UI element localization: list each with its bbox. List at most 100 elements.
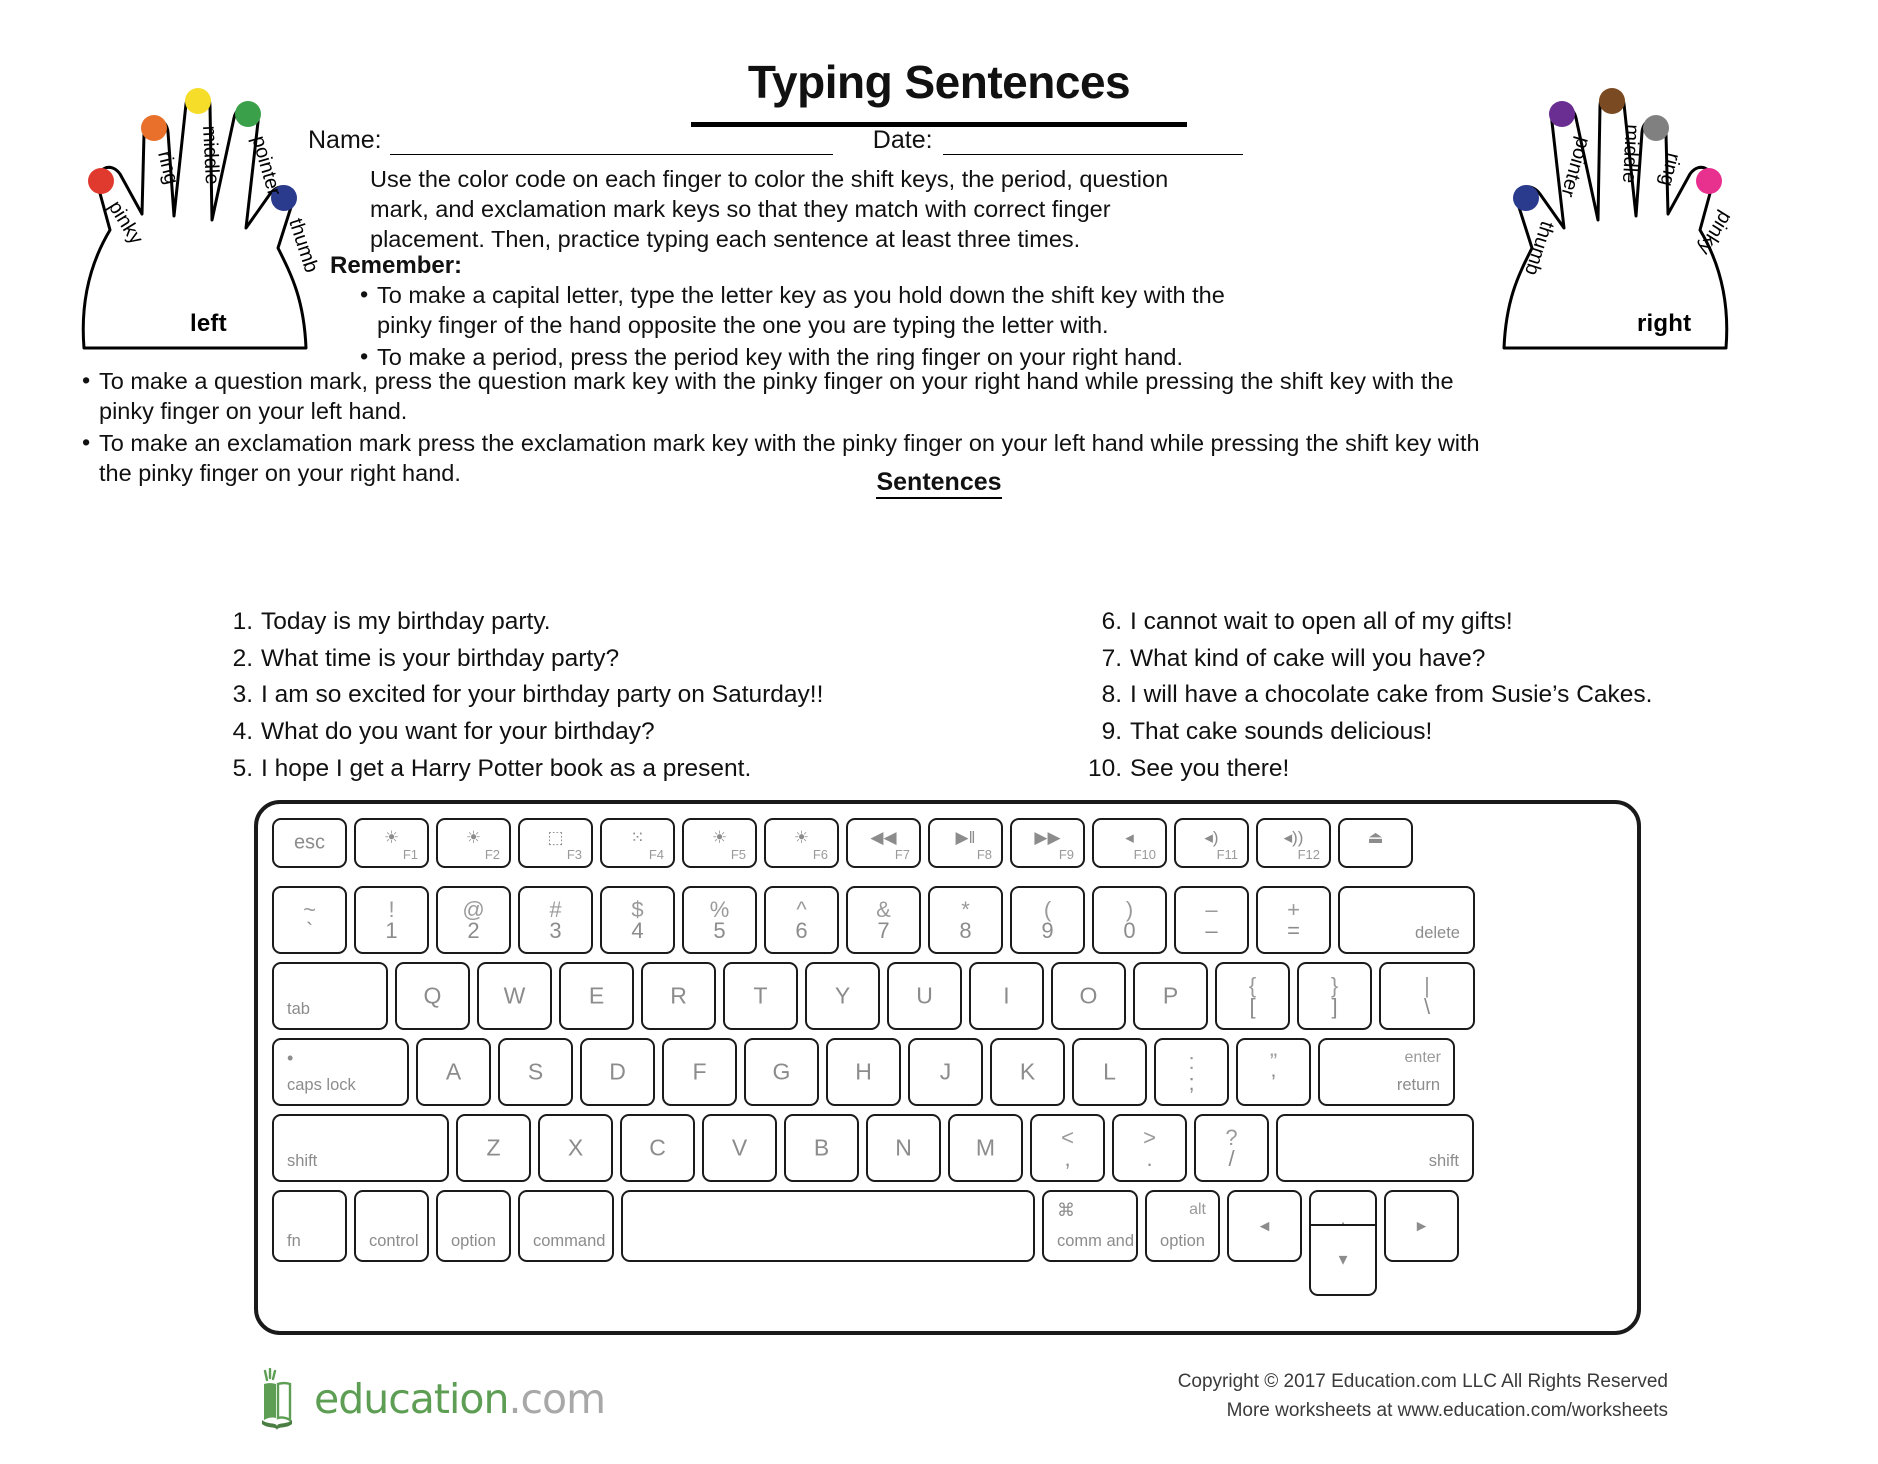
key-[interactable]: >. bbox=[1112, 1114, 1187, 1182]
key-1[interactable]: ! 1 bbox=[354, 886, 429, 954]
key-rewind-icon[interactable]: ◀◀ F7 bbox=[846, 818, 921, 868]
key-t[interactable]: T bbox=[723, 962, 798, 1030]
key-n[interactable]: N bbox=[866, 1114, 941, 1182]
key-i[interactable]: I bbox=[969, 962, 1044, 1030]
key-label: ▸ bbox=[1416, 1215, 1427, 1237]
key-base-label: ; bbox=[1188, 1070, 1195, 1095]
key-r[interactable]: R bbox=[641, 962, 716, 1030]
key-s[interactable]: S bbox=[498, 1038, 573, 1106]
key-e[interactable]: E bbox=[559, 962, 634, 1030]
keyboard-diagram: esc ☀ F1 ☀ F2 ⬚ F3 ⁙ F4 ☀ F5 ☀ F6 ◀◀ F7 ▶‖ F8 ▶▶ F9 ◂ F10 ◂) F… bbox=[254, 800, 1641, 1335]
key-j[interactable]: J bbox=[908, 1038, 983, 1106]
key-brightness-up-icon[interactable]: ☀ F2 bbox=[436, 818, 511, 868]
key-u[interactable]: U bbox=[887, 962, 962, 1030]
key-shift[interactable]: shift bbox=[1276, 1114, 1474, 1182]
key-4[interactable]: $4 bbox=[600, 886, 675, 954]
key-[interactable]: – – bbox=[1174, 886, 1249, 954]
key-delete[interactable]: delete bbox=[1338, 886, 1475, 954]
sentence-number: 7. bbox=[1101, 644, 1122, 672]
key-fast-forward-icon[interactable]: ▶▶ F9 bbox=[1010, 818, 1085, 868]
key-label: K bbox=[1019, 1058, 1036, 1085]
key-8[interactable]: * 8 bbox=[928, 886, 1003, 954]
left-pinky-dot bbox=[88, 168, 114, 194]
key-6[interactable]: ^ 6 bbox=[764, 886, 839, 954]
key-h[interactable]: H bbox=[826, 1038, 901, 1106]
key-[interactable]: ? / bbox=[1194, 1114, 1269, 1182]
key-space[interactable] bbox=[621, 1190, 1035, 1262]
key-volume-down-icon[interactable]: ◂) F11 bbox=[1174, 818, 1249, 868]
key-play-pause-icon[interactable]: ▶‖ F8 bbox=[928, 818, 1003, 868]
key-0[interactable]: ) 0 bbox=[1092, 886, 1167, 954]
key-option[interactable]: option bbox=[436, 1190, 511, 1262]
key-[interactable]: | \ bbox=[1379, 962, 1475, 1030]
key-c[interactable]: C bbox=[620, 1114, 695, 1182]
key-fn[interactable]: fn bbox=[272, 1190, 347, 1262]
key-f[interactable]: F bbox=[662, 1038, 737, 1106]
sentence-row: 2. What time is your birthday party? bbox=[213, 645, 873, 674]
key-label: Q bbox=[423, 982, 442, 1009]
key-mission-control-icon[interactable]: ⬚ F3 bbox=[518, 818, 593, 868]
key-label: caps lock bbox=[287, 1076, 356, 1094]
key-2[interactable]: @2 bbox=[436, 886, 511, 954]
key-l[interactable]: L bbox=[1072, 1038, 1147, 1106]
key-option[interactable]: alt option bbox=[1145, 1190, 1220, 1262]
key-base-label: , bbox=[1064, 1146, 1071, 1171]
key-[interactable]: ~ ` bbox=[272, 886, 347, 954]
key-shift[interactable]: shift bbox=[272, 1114, 449, 1182]
sentence-text: I hope I get a Harry Potter book as a pr… bbox=[261, 754, 752, 782]
key-5[interactable]: % 5 bbox=[682, 886, 757, 954]
key-volume-up-icon[interactable]: ◂)) F12 bbox=[1256, 818, 1331, 868]
key-tab[interactable]: tab bbox=[272, 962, 388, 1030]
key-label: J bbox=[939, 1058, 952, 1085]
key-mute-icon[interactable]: ◂ F10 bbox=[1092, 818, 1167, 868]
key-arrow-down[interactable]: ▼ bbox=[1309, 1224, 1377, 1296]
key-[interactable]: ▸ bbox=[1384, 1190, 1459, 1262]
sentence-text: I am so excited for your birthday party … bbox=[261, 681, 824, 709]
key-b[interactable]: B bbox=[784, 1114, 859, 1182]
key-return[interactable]: enter return bbox=[1318, 1038, 1455, 1106]
key-keyboard-bright-icon[interactable]: ☀ F6 bbox=[764, 818, 839, 868]
key-g[interactable]: G bbox=[744, 1038, 819, 1106]
key-command[interactable]: command bbox=[518, 1190, 614, 1262]
key-[interactable]: ”’ bbox=[1236, 1038, 1311, 1106]
key-x[interactable]: X bbox=[538, 1114, 613, 1182]
key-w[interactable]: W bbox=[477, 962, 552, 1030]
date-input[interactable] bbox=[942, 130, 1243, 155]
sentence-text: I will have a chocolate cake from Susie’… bbox=[1130, 681, 1653, 709]
key-9[interactable]: (9 bbox=[1010, 886, 1085, 954]
name-input[interactable] bbox=[389, 130, 833, 155]
key-o[interactable]: O bbox=[1051, 962, 1126, 1030]
key-comm-and[interactable]: ⌘ comm and bbox=[1042, 1190, 1138, 1262]
key-d[interactable]: D bbox=[580, 1038, 655, 1106]
key-[interactable]: {[ bbox=[1215, 962, 1290, 1030]
key-p[interactable]: P bbox=[1133, 962, 1208, 1030]
key-z[interactable]: Z bbox=[456, 1114, 531, 1182]
key-y[interactable]: Y bbox=[805, 962, 880, 1030]
key-[interactable]: :; bbox=[1154, 1038, 1229, 1106]
date-label: Date: bbox=[872, 126, 933, 154]
key-keyboard-dim-icon[interactable]: ☀ F5 bbox=[682, 818, 757, 868]
key-[interactable]: ◂ bbox=[1227, 1190, 1302, 1262]
key-q[interactable]: Q bbox=[395, 962, 470, 1030]
key-caps-lock[interactable]: • caps lock bbox=[272, 1038, 409, 1106]
key-[interactable]: + = bbox=[1256, 886, 1331, 954]
key-[interactable]: }] bbox=[1297, 962, 1372, 1030]
key-3[interactable]: #3 bbox=[518, 886, 593, 954]
key-base-label: ’ bbox=[1271, 1070, 1276, 1095]
key-base-label: 9 bbox=[1041, 918, 1054, 943]
key-k[interactable]: K bbox=[990, 1038, 1065, 1106]
key-m[interactable]: M bbox=[948, 1114, 1023, 1182]
key-v[interactable]: V bbox=[702, 1114, 777, 1182]
key-label: Z bbox=[486, 1134, 501, 1161]
key-control[interactable]: control bbox=[354, 1190, 429, 1262]
key-eject-icon[interactable]: ⏏ bbox=[1338, 818, 1413, 868]
key-a[interactable]: A bbox=[416, 1038, 491, 1106]
key-launchpad-icon[interactable]: ⁙ F4 bbox=[600, 818, 675, 868]
keyboard-bottom-row: fn control option command ⌘ comm and alt option… bbox=[272, 1190, 1459, 1296]
key-esc[interactable]: esc bbox=[272, 818, 347, 868]
key-7[interactable]: & 7 bbox=[846, 886, 921, 954]
key-topleft-label: • bbox=[287, 1048, 294, 1068]
key-[interactable]: <, bbox=[1030, 1114, 1105, 1182]
sentence-row: 5. I hope I get a Harry Potter book as a … bbox=[213, 755, 873, 784]
key-brightness-down-icon[interactable]: ☀ F1 bbox=[354, 818, 429, 868]
